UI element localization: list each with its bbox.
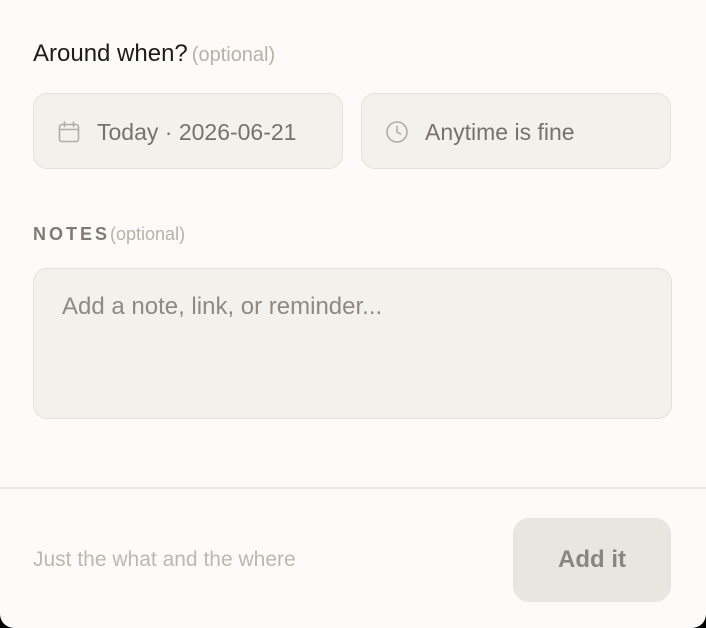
notes-optional-text: (optional) — [110, 224, 186, 244]
footer-divider — [0, 487, 706, 489]
date-value: Today · 2026-06-21 — [97, 119, 297, 145]
notes-label-text: NOTES — [33, 224, 111, 244]
when-section-label: Around when? (optional) — [33, 38, 275, 71]
when-optional-text: (optional) — [191, 44, 276, 66]
add-it-button[interactable]: Add it — [513, 518, 671, 602]
footer-hint: Just the what and the where — [33, 548, 296, 571]
clock-icon — [385, 120, 409, 144]
calendar-icon — [57, 120, 81, 144]
time-value: Anytime is fine — [425, 119, 575, 145]
time-picker-field[interactable]: Anytime is fine — [361, 93, 671, 169]
when-label-text: Around when? — [33, 40, 188, 67]
add-item-panel: Around when? (optional) Today · 2026-06-2… — [0, 0, 706, 628]
notes-section-label: NOTES(optional) — [33, 222, 185, 248]
notes-textarea[interactable] — [33, 268, 672, 419]
date-picker-field[interactable]: Today · 2026-06-21 — [33, 93, 343, 169]
